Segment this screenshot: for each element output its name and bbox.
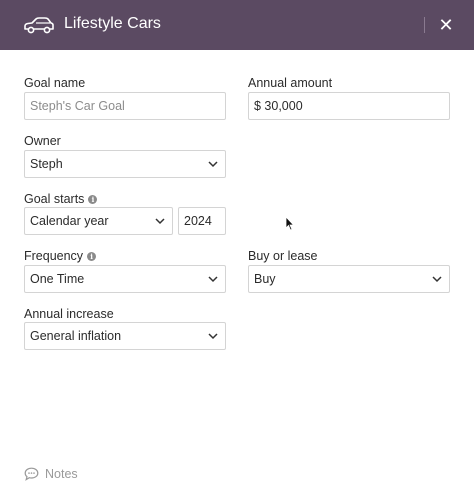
owner-value: Steph: [30, 157, 63, 171]
annual-increase-label: Annual increase: [24, 307, 114, 321]
annual-increase-select[interactable]: General inflation: [24, 322, 226, 350]
close-icon: ✕: [438, 15, 454, 35]
annual-amount-input[interactable]: $ 30,000: [248, 92, 450, 120]
annual-amount-label: Annual amount: [248, 76, 332, 90]
annual-increase-value: General inflation: [30, 329, 122, 343]
chevron-down-icon: [155, 218, 165, 225]
goal-starts-year-value: 2024: [184, 214, 212, 228]
frequency-value: One Time: [30, 272, 85, 286]
dialog-title: Lifestyle Cars: [64, 15, 161, 32]
car-icon: [24, 17, 54, 34]
chevron-down-icon: [432, 276, 442, 283]
buy-or-lease-select[interactable]: Buy: [248, 265, 450, 293]
annual-increase-label-text: Annual increase: [24, 307, 114, 321]
goal-name-input[interactable]: Steph's Car Goal: [24, 92, 226, 120]
frequency-label: Frequency i: [24, 249, 97, 263]
goal-name-label: Goal name: [24, 76, 85, 90]
info-icon[interactable]: i: [88, 194, 98, 204]
frequency-label-text: Frequency: [24, 249, 84, 263]
chevron-down-icon: [208, 276, 218, 283]
goal-starts-label-text: Goal starts: [24, 192, 85, 206]
goal-starts-period-value: Calendar year: [30, 214, 109, 228]
buy-or-lease-value: Buy: [254, 272, 276, 286]
chevron-down-icon: [208, 161, 218, 168]
goal-starts-label: Goal starts i: [24, 192, 98, 206]
speech-bubble-icon: [24, 467, 39, 481]
annual-amount-label-text: Annual amount: [248, 76, 333, 90]
owner-label-text: Owner: [24, 134, 61, 148]
owner-select[interactable]: Steph: [24, 150, 226, 178]
buy-or-lease-label-text: Buy or lease: [248, 249, 318, 263]
mouse-cursor-icon: [285, 216, 295, 231]
annual-amount-value: $ 30,000: [254, 99, 303, 113]
info-icon[interactable]: i: [87, 251, 97, 261]
owner-label: Owner: [24, 134, 61, 148]
goal-name-placeholder: Steph's Car Goal: [30, 99, 125, 113]
header-divider: [424, 17, 425, 33]
chevron-down-icon: [208, 333, 218, 340]
buy-or-lease-label: Buy or lease: [248, 249, 317, 263]
frequency-select[interactable]: One Time: [24, 265, 226, 293]
notes-link[interactable]: Notes: [24, 467, 78, 481]
dialog-header: Lifestyle Cars ✕: [0, 0, 474, 50]
goal-name-label-text: Goal name: [24, 76, 86, 90]
goal-starts-year-input[interactable]: 2024: [178, 207, 226, 235]
goal-starts-period-select[interactable]: Calendar year: [24, 207, 173, 235]
notes-label: Notes: [45, 467, 78, 481]
close-button[interactable]: ✕: [436, 14, 456, 36]
